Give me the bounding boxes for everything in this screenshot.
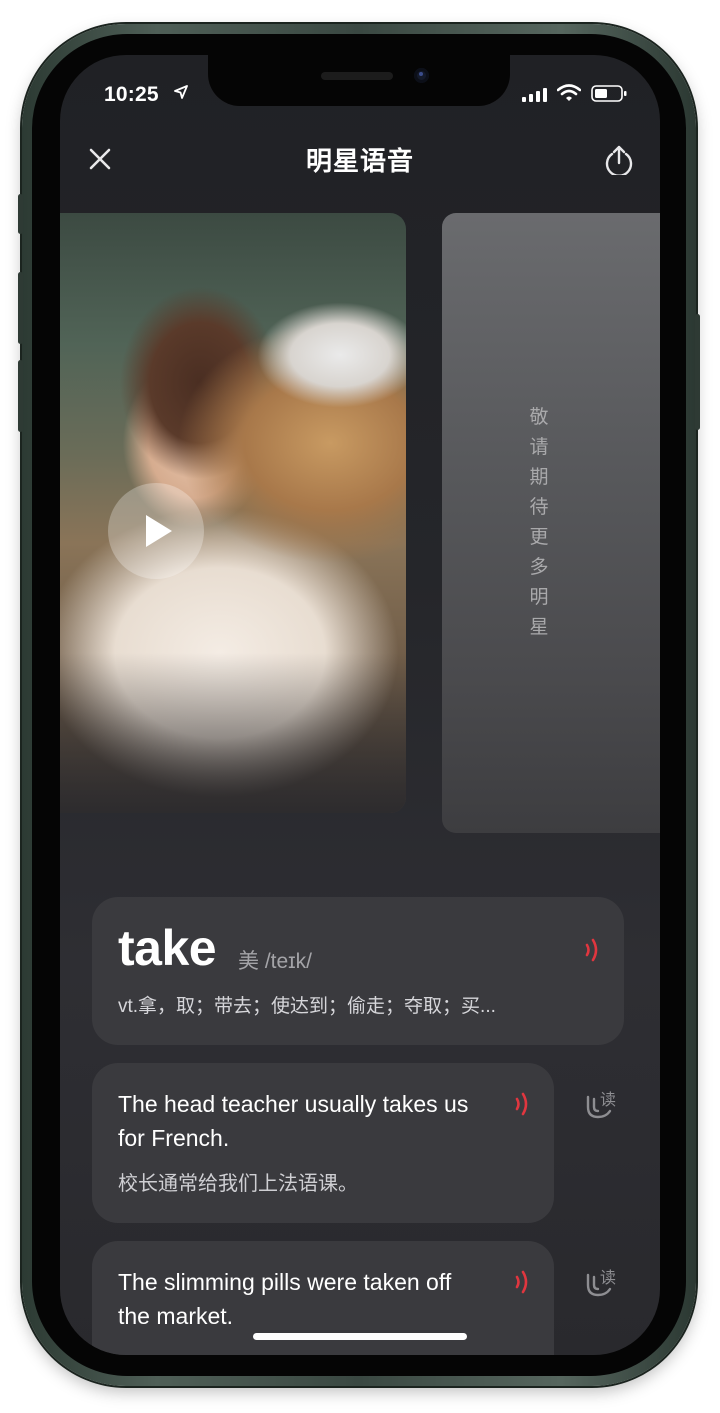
notch [208,55,510,106]
earpiece [321,72,393,80]
wifi-icon [557,84,581,101]
sentence-speaker-icon[interactable] [512,1091,532,1117]
example-sentence-zh: 校长通常给我们上法语课。 [118,1173,358,1195]
example-sentence-card: The head teacher usually takes us for Fr… [92,1063,554,1223]
volume-up-button [18,272,23,344]
volume-down-button [18,360,23,432]
example-sentence-en: The head teacher usually takes us for Fr… [118,1091,469,1151]
word-card: take 美 /teɪk/ vt.拿，取；带去；使达到；偷走；夺取；买... [92,897,624,1045]
svg-text:读: 读 [600,1090,616,1109]
coming-soon-card: 敬请期待更多明星 [442,213,660,833]
mute-switch [18,194,23,234]
app-screen: 10:25 明星语音 敬请期待更多明星 take 美 /teɪk/ vt.拿，取… [60,55,660,1355]
pronounce-speaker-icon[interactable] [582,937,602,963]
example-sentence-en: The slimming pills were taken off the ma… [118,1269,452,1329]
play-button[interactable] [108,483,204,579]
definition-text: vt.拿，取；带去；使达到；偷走；夺取；买... [118,996,496,1017]
play-icon [146,515,172,547]
phonetic-text: 美 /teɪk/ [238,950,312,973]
front-camera [414,68,429,83]
star-video-card[interactable] [60,213,406,813]
power-button [695,314,700,430]
battery-icon [591,85,627,102]
word-text: take [118,920,217,976]
page-title: 明星语音 [305,146,414,176]
read-aloud-mic-icon[interactable]: 读 [582,1263,618,1299]
share-icon[interactable] [604,143,634,175]
location-arrow-icon [174,85,188,99]
status-time: 10:25 [104,83,159,106]
sentence-speaker-icon[interactable] [512,1269,532,1295]
cellular-signal-icon [522,88,547,102]
svg-text:读: 读 [600,1268,616,1287]
home-indicator[interactable] [253,1333,467,1340]
coming-soon-text: 敬请期待更多明星 [529,407,549,638]
read-aloud-mic-icon[interactable]: 读 [582,1085,618,1121]
